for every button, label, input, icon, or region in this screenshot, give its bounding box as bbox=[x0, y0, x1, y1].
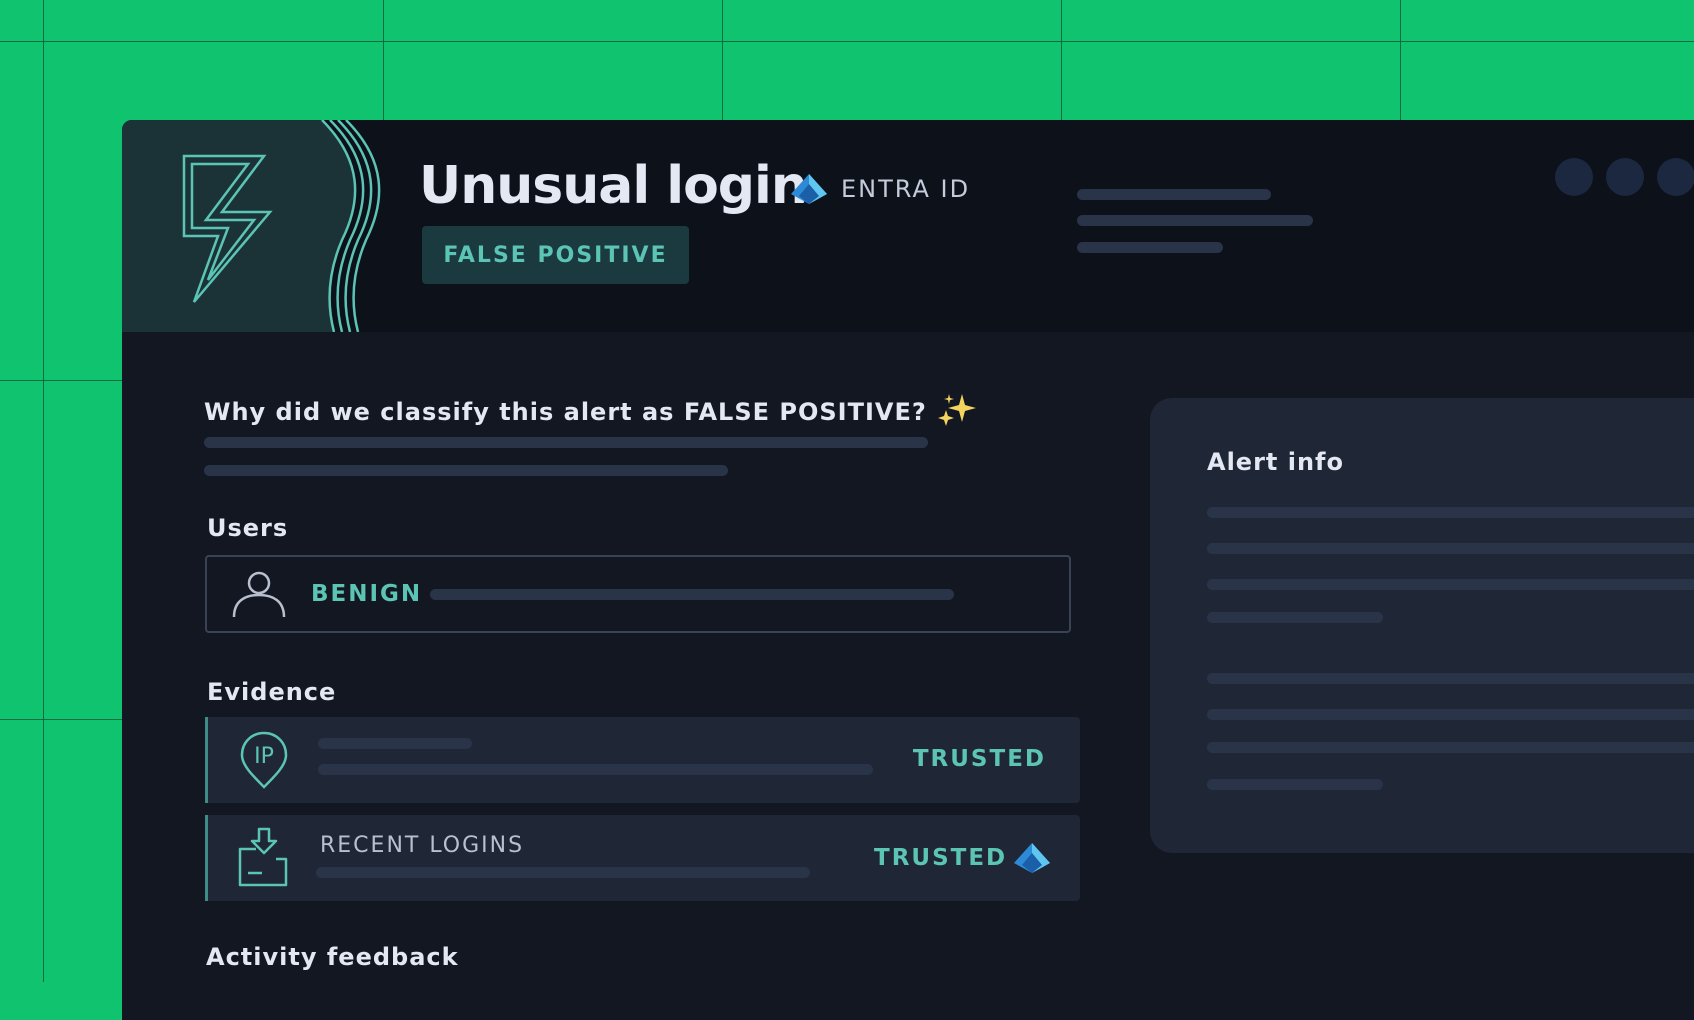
alert-header: Unusual login ENTRA ID FALSE POSITIVE bbox=[122, 120, 1694, 332]
header-placeholder-line bbox=[1077, 215, 1313, 226]
window-control-button[interactable] bbox=[1606, 158, 1644, 196]
wave-decoration bbox=[282, 120, 381, 332]
user-card[interactable]: BENIGN bbox=[205, 555, 1071, 633]
alert-info-placeholder-line bbox=[1207, 579, 1694, 590]
alert-info-placeholder-line bbox=[1207, 543, 1694, 554]
window-control-button[interactable] bbox=[1657, 158, 1694, 196]
download-tray-icon bbox=[238, 827, 288, 887]
evidence-placeholder-line bbox=[318, 764, 873, 775]
classification-badge: FALSE POSITIVE bbox=[422, 226, 689, 284]
entra-id-icon bbox=[791, 174, 827, 204]
alert-info-placeholder-line bbox=[1207, 612, 1383, 623]
sparkles-icon bbox=[938, 394, 977, 426]
evidence-item-recent-logins[interactable]: RECENT LOGINS TRUSTED bbox=[205, 815, 1080, 901]
alert-source-label: ENTRA ID bbox=[841, 175, 971, 203]
evidence-item-ip[interactable]: IP TRUSTED bbox=[205, 717, 1080, 803]
alert-info-placeholder-line bbox=[1207, 742, 1694, 753]
user-status: BENIGN bbox=[311, 581, 423, 607]
evidence-heading: Evidence bbox=[207, 678, 337, 706]
users-heading: Users bbox=[207, 514, 289, 542]
ip-location-icon: IP bbox=[240, 731, 288, 789]
header-placeholder-line bbox=[1077, 242, 1223, 253]
alert-info-heading: Alert info bbox=[1207, 448, 1344, 476]
alert-window: Unusual login ENTRA ID FALSE POSITIVE Wh… bbox=[122, 120, 1694, 1020]
explanation-placeholder-line bbox=[204, 437, 928, 448]
background-gridline bbox=[43, 0, 44, 982]
alert-info-placeholder-line bbox=[1207, 673, 1694, 684]
alert-info-placeholder-line bbox=[1207, 507, 1694, 518]
classification-question: Why did we classify this alert as FALSE … bbox=[204, 392, 978, 426]
evidence-placeholder-line bbox=[316, 867, 810, 878]
evidence-title: RECENT LOGINS bbox=[320, 833, 525, 858]
evidence-status: TRUSTED bbox=[874, 845, 1008, 871]
background-gridline bbox=[0, 41, 1694, 42]
window-control-button[interactable] bbox=[1555, 158, 1593, 196]
evidence-status: TRUSTED bbox=[912, 746, 1046, 772]
evidence-placeholder-line bbox=[318, 738, 472, 749]
user-placeholder-line bbox=[430, 589, 954, 600]
classification-question-text: Why did we classify this alert as FALSE … bbox=[204, 398, 927, 426]
alert-source: ENTRA ID bbox=[789, 172, 970, 206]
explanation-placeholder-line bbox=[204, 465, 728, 476]
header-placeholder-line bbox=[1077, 189, 1271, 200]
entra-id-icon bbox=[1014, 843, 1050, 873]
alert-info-placeholder-line bbox=[1207, 709, 1694, 720]
alert-title: Unusual login bbox=[419, 156, 808, 216]
activity-feedback-heading: Activity feedback bbox=[206, 943, 459, 971]
alert-info-card: Alert info bbox=[1150, 398, 1694, 853]
svg-text:IP: IP bbox=[254, 744, 274, 769]
user-icon bbox=[232, 571, 286, 618]
alert-info-placeholder-line bbox=[1207, 779, 1383, 790]
lightning-bolt-icon bbox=[182, 154, 273, 303]
